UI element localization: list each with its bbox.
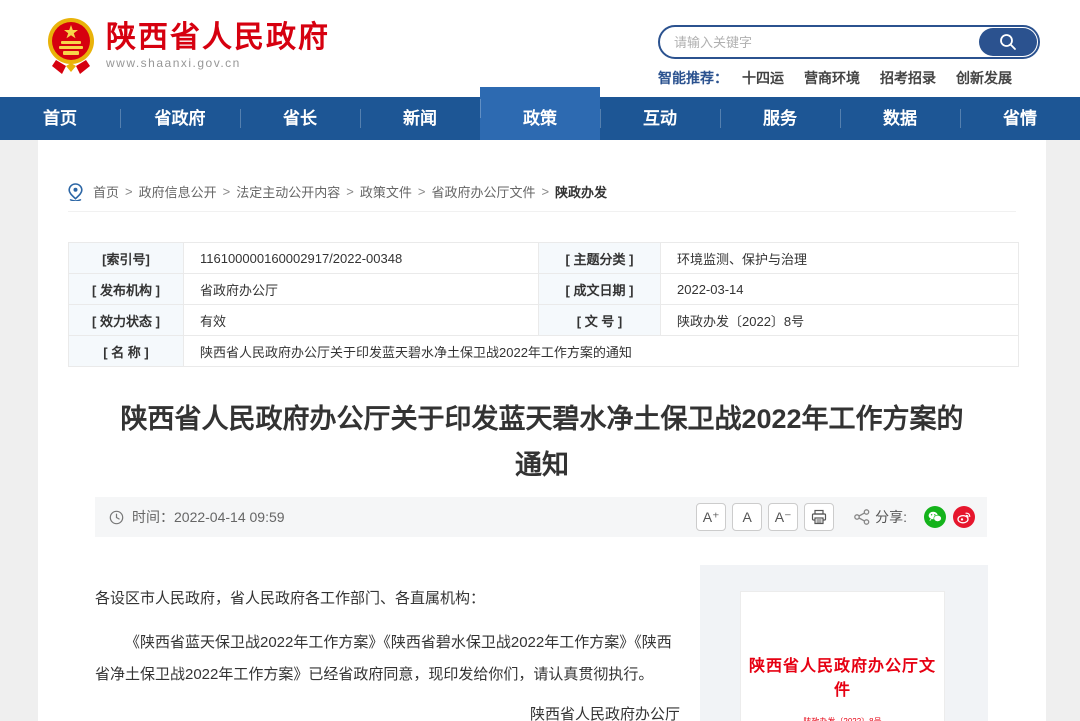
recommend-link-business[interactable]: 营商环境 [804,68,860,88]
meta-label-number: [ 文 号 ] [539,305,661,336]
share-icon [854,509,870,525]
meta-label-name: [ 名 称 ] [69,336,184,367]
document-preview-page: 陕西省人民政府办公厅文件 陕政办发〔2022〕8号 [740,591,945,721]
article-body: 各设区市人民政府，省人民政府各工作部门、各直属机构： 《陕西省蓝天保卫战2022… [95,565,680,721]
body-signature: 陕西省人民政府办公厅 [95,699,680,721]
content-area: 首页 > 政府信息公开 > 法定主动公开内容 > 政策文件 > 省政府办公厅文件… [38,140,1046,721]
meta-label-issuer: [ 发布机构 ] [69,274,184,305]
site-url: www.shaanxi.gov.cn [106,56,330,70]
search-input[interactable] [674,27,964,57]
table-row: [ 名 称 ] 陕西省人民政府办公厅关于印发蓝天碧水净土保卫战2022年工作方案… [69,336,1019,367]
crumb-separator: > [346,184,354,199]
preview-letterhead: 陕西省人民政府办公厅文件 [741,652,944,700]
font-smaller-button[interactable]: A⁻ [768,503,798,531]
national-emblem-icon [46,16,96,74]
site-name: 陕西省人民政府 [106,22,330,54]
print-button[interactable] [804,503,834,531]
page-title: 陕西省人民政府办公厅关于印发蓝天碧水净土保卫战2022年工作方案的通知 [38,396,1046,488]
search-icon [998,32,1018,52]
font-normal-button[interactable]: A [732,503,762,531]
crumb-separator: > [541,184,549,199]
table-row: [ 发布机构 ] 省政府办公厅 [ 成文日期 ] 2022-03-14 [69,274,1019,305]
location-pin-icon [68,183,83,201]
meta-value-name: 陕西省人民政府办公厅关于印发蓝天碧水净土保卫战2022年工作方案的通知 [184,336,1019,367]
meta-value-date: 2022-03-14 [661,274,1019,305]
printer-icon [811,509,827,525]
nav-item-services[interactable]: 服务 [720,97,840,140]
site-header: 陕西省人民政府 www.shaanxi.gov.cn 智能推荐： 十四运 营商环… [0,0,1080,97]
crumb-separator: > [125,184,133,199]
meta-label-category: [ 主题分类 ] [539,243,661,274]
clock-icon [109,510,124,525]
recommend-link-14games[interactable]: 十四运 [742,68,784,88]
nav-item-government[interactable]: 省政府 [120,97,240,140]
nav-item-data[interactable]: 数据 [840,97,960,140]
meta-value-index: 116100000160002917/2022-00348 [184,243,539,274]
crumb-separator: > [223,184,231,199]
crumb-statutory-content[interactable]: 法定主动公开内容 [236,182,340,201]
recommend-label: 智能推荐： [658,68,728,88]
document-meta-table: [索引号] 116100000160002917/2022-00348 [ 主题… [68,242,1019,367]
preview-doc-number: 陕政办发〔2022〕8号 [741,716,944,721]
crumb-home[interactable]: 首页 [93,182,119,201]
crumb-separator: > [418,184,426,199]
table-row: [ 效力状态 ] 有效 [ 文 号 ] 陕政办发〔2022〕8号 [69,305,1019,336]
search-box [658,25,1040,59]
main-nav: 首页 省政府 省长 新闻 政策 互动 服务 数据 省情 [0,97,1080,140]
meta-label-date: [ 成文日期 ] [539,274,661,305]
recommend-link-recruit[interactable]: 招考招录 [880,68,936,88]
table-row: [索引号] 116100000160002917/2022-00348 [ 主题… [69,243,1019,274]
body-paragraph: 《陕西省蓝天保卫战2022年工作方案》《陕西省碧水保卫战2022年工作方案》《陕… [95,627,680,691]
meta-value-issuer: 省政府办公厅 [184,274,539,305]
meta-label-validity: [ 效力状态 ] [69,305,184,336]
crumb-office-documents[interactable]: 省政府办公厅文件 [431,182,535,201]
nav-item-home[interactable]: 首页 [0,97,120,140]
recommend-link-innovation[interactable]: 创新发展 [956,68,1012,88]
site-logo[interactable]: 陕西省人民政府 www.shaanxi.gov.cn [46,16,330,74]
nav-item-news[interactable]: 新闻 [360,97,480,140]
page: 陕西省人民政府 www.shaanxi.gov.cn 智能推荐： 十四运 营商环… [0,0,1080,721]
meta-value-number: 陕政办发〔2022〕8号 [661,305,1019,336]
crumb-current: 陕政办发 [555,182,607,201]
nav-item-policy[interactable]: 政策 [480,87,600,140]
font-larger-button[interactable]: A⁺ [696,503,726,531]
crumb-info-disclosure[interactable]: 政府信息公开 [139,182,217,201]
publish-time: 时间：2022-04-14 09:59 [132,507,285,527]
nav-item-province[interactable]: 省情 [960,97,1080,140]
meta-value-category: 环境监测、保护与治理 [661,243,1019,274]
weibo-share-icon[interactable] [953,506,975,528]
smart-recommend: 智能推荐： 十四运 营商环境 招考招录 创新发展 [658,68,1040,88]
document-preview-panel: 陕西省人民政府办公厅文件 陕政办发〔2022〕8号 [700,565,988,721]
wechat-share-icon[interactable] [924,506,946,528]
share-label: 分享: [875,507,907,527]
crumb-policy-documents[interactable]: 政策文件 [360,182,412,201]
search-button[interactable] [979,28,1037,56]
meta-label-index: [索引号] [69,243,184,274]
article-toolbar: 时间：2022-04-14 09:59 A⁺ A A⁻ [95,497,987,537]
breadcrumb: 首页 > 政府信息公开 > 法定主动公开内容 > 政策文件 > 省政府办公厅文件… [68,182,1016,212]
nav-item-governor[interactable]: 省长 [240,97,360,140]
nav-item-interaction[interactable]: 互动 [600,97,720,140]
meta-value-validity: 有效 [184,305,539,336]
body-salutation: 各设区市人民政府，省人民政府各工作部门、各直属机构： [95,583,680,615]
